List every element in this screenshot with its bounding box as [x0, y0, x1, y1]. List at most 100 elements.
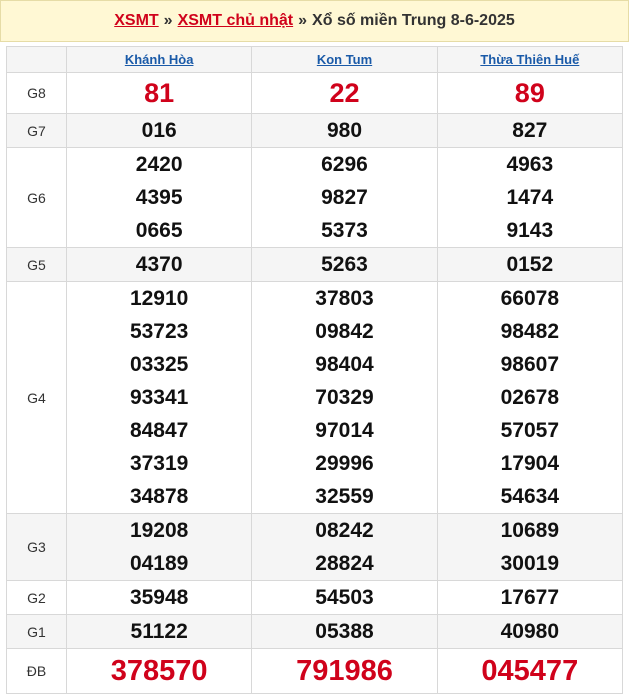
- prize-number: 40980: [500, 620, 560, 643]
- prize-number: 98404: [315, 353, 374, 376]
- prize-number: 9827: [321, 186, 368, 209]
- prize-number: 51122: [130, 620, 188, 643]
- province-link-kon-tum[interactable]: Kon Tum: [317, 52, 372, 67]
- breadcrumb-xsmt-link[interactable]: XSMT: [114, 12, 158, 30]
- table-header-row: Khánh Hòa Kon Tum Thừa Thiên Huế: [6, 46, 623, 73]
- prize-number: 791986: [296, 654, 393, 687]
- prize-number: 35948: [129, 586, 189, 609]
- table-row: G4 12910 53723 03325 93341 84847 37319 34878 378…: [6, 281, 623, 514]
- prize-cell: 22: [251, 72, 438, 114]
- prize-number: 53723: [129, 320, 189, 343]
- prize-number: 66078: [500, 287, 560, 310]
- prize-cell: 89: [436, 72, 623, 114]
- prize-number: 0152: [506, 253, 554, 276]
- prize-number: 29996: [315, 452, 374, 475]
- table-row: G3 19208 04189 08242 28824 10689 30019: [6, 513, 623, 581]
- prize-cell: 05388: [251, 614, 438, 649]
- table-row: ĐB 378570 791986 045477: [6, 648, 623, 694]
- prize-number: 17904: [500, 452, 560, 475]
- table-row: G6 2420 4395 0665 6296 9827 5373 4963 1474 9143: [6, 147, 623, 248]
- province-header: Kon Tum: [251, 46, 438, 73]
- prize-number: 89: [514, 77, 545, 108]
- prize-cell: 54503: [251, 580, 438, 615]
- prize-number: 19208: [129, 519, 189, 542]
- prize-cell: 4963 1474 9143: [436, 147, 623, 248]
- prize-number: 57057: [500, 419, 560, 442]
- prize-number: 980: [326, 119, 363, 142]
- prize-cell: 35948: [65, 580, 253, 615]
- prize-number: 0665: [135, 219, 183, 242]
- prize-cell: 5263: [251, 247, 438, 282]
- results-body: G8 81 22 89 G7 016 980 827 G6 2420 4395 0665 6296 982…: [6, 72, 623, 694]
- province-header: Khánh Hòa: [65, 46, 253, 73]
- prize-cell: 12910 53723 03325 93341 84847 37319 34878: [65, 281, 253, 514]
- prize-cell: 51122: [65, 614, 253, 649]
- prize-number: 08242: [315, 519, 374, 542]
- prize-name: G3: [6, 513, 67, 581]
- prize-cell: 17677: [436, 580, 623, 615]
- table-row: G8 81 22 89: [6, 72, 623, 114]
- prize-number: 045477: [481, 654, 579, 687]
- prize-number: 9143: [506, 219, 554, 242]
- breadcrumb-separator: »: [163, 12, 173, 29]
- prize-name: G6: [6, 147, 67, 248]
- prize-number: 4370: [135, 253, 183, 276]
- prize-number: 54634: [500, 485, 560, 508]
- prize-cell: 10689 30019: [436, 513, 623, 581]
- prize-number: 30019: [500, 552, 560, 575]
- prize-cell: 37803 09842 98404 70329 97014 29996 32559: [251, 281, 438, 514]
- prize-number: 98482: [500, 320, 560, 343]
- prize-name: G5: [6, 247, 67, 282]
- page-title: Xổ số miền Trung 8-6-2025: [312, 12, 515, 29]
- breadcrumb-xsmt-sunday-link[interactable]: XSMT chủ nhật: [178, 12, 294, 30]
- prize-number: 5263: [321, 253, 368, 276]
- prize-name: G7: [6, 113, 67, 148]
- prize-number: 98607: [500, 353, 560, 376]
- prize-number: 5373: [321, 219, 368, 242]
- prize-number: 54503: [315, 586, 374, 609]
- prize-cell: 08242 28824: [251, 513, 438, 581]
- prize-cell: 045477: [436, 648, 623, 694]
- province-link-khanh-hoa[interactable]: Khánh Hòa: [125, 52, 194, 67]
- prize-cell: 016: [65, 113, 253, 148]
- prize-cell: 791986: [251, 648, 438, 694]
- prize-number: 22: [329, 77, 360, 108]
- prize-number: 378570: [110, 654, 208, 687]
- prize-header-cell: [6, 46, 67, 73]
- prize-name: G4: [6, 281, 67, 514]
- prize-number: 1474: [506, 186, 554, 209]
- prize-number: 81: [144, 77, 175, 108]
- prize-number: 827: [512, 119, 548, 142]
- table-row: G7 016 980 827: [6, 113, 623, 148]
- prize-cell: 2420 4395 0665: [65, 147, 253, 248]
- prize-number: 016: [141, 119, 177, 142]
- prize-number: 4963: [506, 153, 554, 176]
- prize-cell: 378570: [65, 648, 253, 694]
- province-header: Thừa Thiên Huế: [436, 46, 623, 73]
- prize-cell: 827: [436, 113, 623, 148]
- prize-cell: 6296 9827 5373: [251, 147, 438, 248]
- prize-cell: 980: [251, 113, 438, 148]
- prize-cell: 81: [65, 72, 253, 114]
- prize-cell: 19208 04189: [65, 513, 253, 581]
- page: XSMT » XSMT chủ nhật » Xổ số miền Trung …: [0, 0, 629, 696]
- prize-name: G1: [6, 614, 67, 649]
- breadcrumb-separator: »: [298, 12, 308, 29]
- prize-number: 70329: [315, 386, 374, 409]
- prize-number: 37319: [129, 452, 189, 475]
- prize-number: 10689: [500, 519, 560, 542]
- prize-number: 02678: [500, 386, 560, 409]
- prize-number: 37803: [315, 287, 374, 310]
- prize-cell: 4370: [65, 247, 253, 282]
- prize-number: 04189: [129, 552, 189, 575]
- results-table: Khánh Hòa Kon Tum Thừa Thiên Huế G8 81 22 8…: [6, 46, 623, 694]
- table-row: G2 35948 54503 17677: [6, 580, 623, 615]
- province-link-thua-thien-hue[interactable]: Thừa Thiên Huế: [480, 52, 579, 67]
- prize-number: 34878: [129, 485, 189, 508]
- prize-number: 84847: [129, 419, 189, 442]
- prize-number: 12910: [129, 287, 189, 310]
- prize-name: ĐB: [6, 648, 67, 694]
- prize-number: 17677: [500, 586, 560, 609]
- table-row: G1 51122 05388 40980: [6, 614, 623, 649]
- prize-number: 2420: [135, 153, 183, 176]
